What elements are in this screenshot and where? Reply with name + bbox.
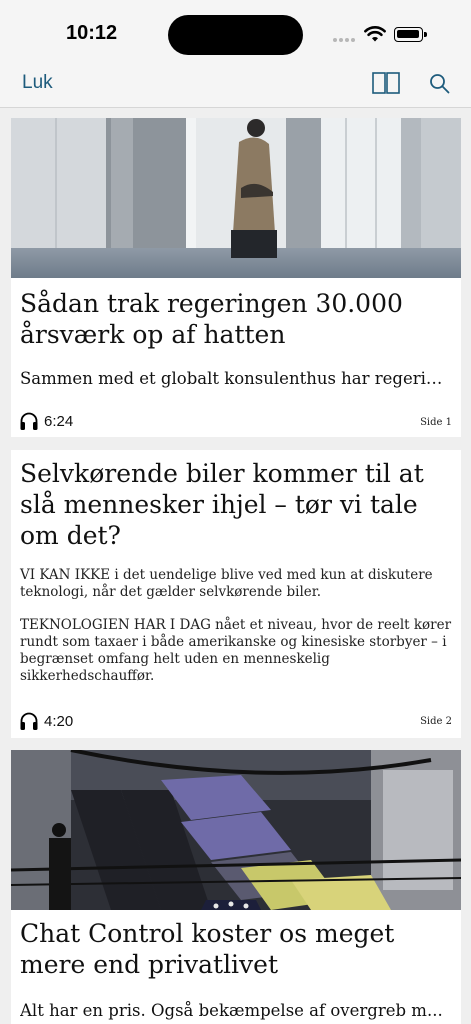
nav-bar: Luk — [0, 62, 471, 108]
staircase-photo — [11, 750, 461, 910]
office-window-photo — [11, 118, 461, 278]
pages-icon[interactable] — [372, 72, 400, 94]
close-button[interactable]: Luk — [22, 72, 53, 94]
wifi-icon — [364, 26, 386, 42]
article-headline[interactable]: Sådan trak regeringen 30.000 årsværk op … — [20, 288, 450, 350]
article-teaser: Sammen med et globalt konsulenthus har r… — [20, 369, 452, 388]
status-bar: 10:12 — [0, 0, 471, 62]
headphones-icon — [20, 712, 38, 730]
audio-play-button[interactable]: 6:24 — [19, 411, 73, 431]
dynamic-island — [168, 15, 303, 55]
article-teaser: Alt har en pris. Også bekæmpelse af over… — [20, 1001, 443, 1020]
page-label: Side 1 — [420, 417, 452, 428]
article-body-paragraph: VI KAN IKKE i det uendelige blive ved me… — [20, 567, 433, 600]
audio-duration: 6:24 — [44, 412, 74, 430]
battery-icon — [394, 27, 428, 42]
audio-duration: 4:20 — [44, 712, 74, 730]
article-card[interactable]: Chat Control koster os meget mere end pr… — [11, 750, 461, 1024]
article-feed[interactable]: Sådan trak regeringen 30.000 årsværk op … — [11, 118, 461, 1024]
article-card[interactable]: Selvkørende biler kommer til at slå menn… — [11, 450, 461, 738]
audio-play-button[interactable]: 4:20 — [19, 711, 73, 731]
status-time: 10:12 — [66, 22, 118, 44]
signal-icon — [333, 38, 357, 44]
search-icon[interactable] — [429, 73, 450, 94]
article-headline[interactable]: Chat Control koster os meget mere end pr… — [20, 918, 450, 980]
page-label: Side 2 — [420, 716, 452, 727]
article-headline[interactable]: Selvkørende biler kommer til at slå menn… — [20, 458, 450, 551]
headphones-icon — [20, 412, 38, 430]
article-card[interactable]: Sådan trak regeringen 30.000 årsværk op … — [11, 118, 461, 437]
article-body-paragraph: TEKNOLOGIEN HAR I DAG nået et niveau, hv… — [20, 617, 452, 684]
